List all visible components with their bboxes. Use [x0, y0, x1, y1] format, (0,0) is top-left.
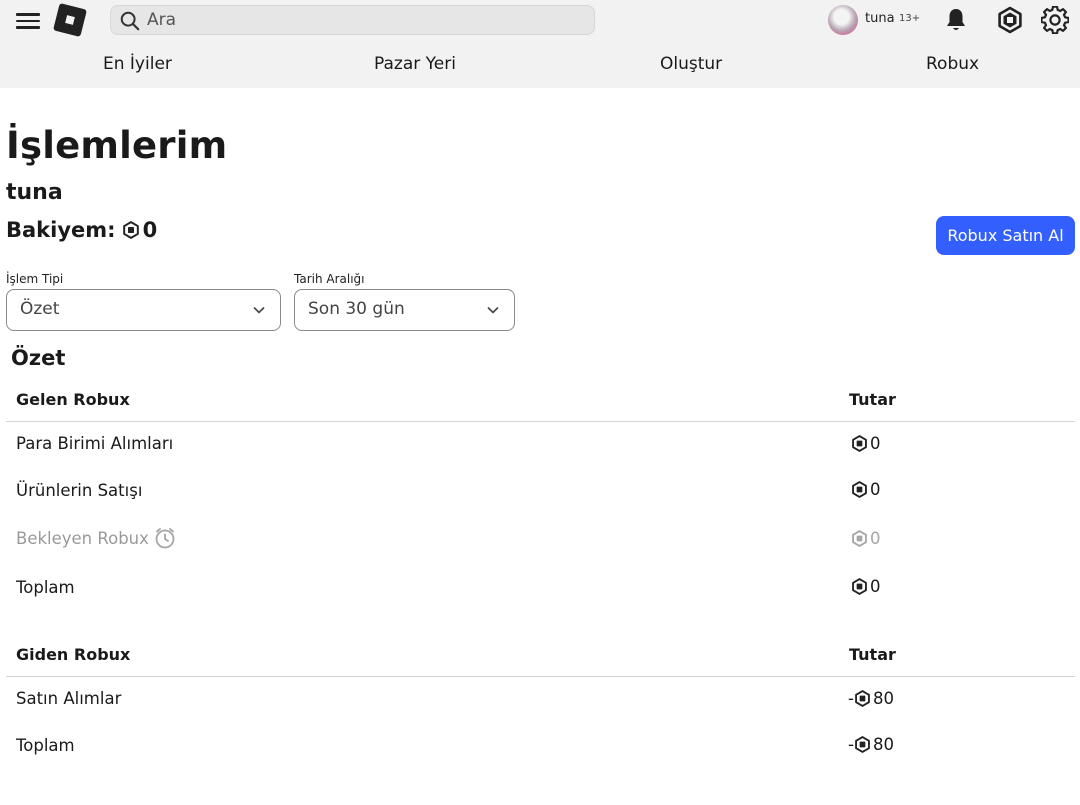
outgoing-header: Giden Robux	[16, 645, 131, 664]
nav-marketplace[interactable]: Pazar Yeri	[374, 54, 456, 74]
clock-icon[interactable]	[153, 526, 177, 550]
amount-value: 0	[870, 434, 881, 453]
roblox-logo-icon[interactable]	[53, 3, 87, 37]
robux-icon	[854, 736, 871, 753]
row-amount: - 80	[848, 735, 894, 754]
amount-value: 80	[872, 735, 894, 754]
robux-icon	[851, 435, 868, 452]
nav-create[interactable]: Oluştur	[660, 54, 722, 74]
page-title: İşlemlerim	[6, 124, 228, 167]
outgoing-amount-header: Tutar	[849, 645, 896, 664]
nav-robux[interactable]: Robux	[926, 54, 979, 74]
amount-value: 0	[870, 577, 881, 596]
row-amount: 0	[851, 577, 881, 596]
incoming-amount-header: Tutar	[849, 390, 896, 409]
table-row-purchases: Satın Alımlar	[16, 689, 121, 708]
top-bar: tuna 13+ En İyiler Pazar Yeri Oluştur Ro…	[0, 0, 1080, 88]
summary-title: Özet	[11, 346, 66, 370]
transaction-type-label: İşlem Tipi	[6, 272, 64, 286]
age-badge: 13+	[899, 13, 921, 24]
robux-icon[interactable]	[996, 6, 1024, 34]
row-amount: - 80	[848, 689, 894, 708]
table-divider	[6, 421, 1075, 422]
robux-icon	[851, 578, 868, 595]
transaction-type-select[interactable]: Özet	[6, 289, 281, 331]
table-row-incoming-total: Toplam	[16, 578, 75, 597]
row-label: Toplam	[16, 578, 75, 597]
avatar[interactable]	[828, 5, 858, 35]
incoming-header: Gelen Robux	[16, 390, 130, 409]
robux-icon	[122, 221, 140, 239]
table-row-outgoing-total: Toplam	[16, 736, 75, 755]
row-amount: 0	[851, 529, 881, 548]
date-range-value: Son 30 gün	[308, 299, 405, 319]
row-amount: 0	[851, 480, 881, 499]
search-box[interactable]	[110, 5, 595, 35]
menu-icon[interactable]	[16, 10, 40, 30]
row-label: Para Birimi Alımları	[16, 434, 174, 453]
robux-icon	[851, 481, 868, 498]
amount-value: 0	[870, 480, 881, 499]
table-row-pending-robux: Bekleyen Robux	[16, 526, 177, 550]
robux-icon	[851, 530, 868, 547]
search-icon	[120, 11, 140, 31]
amount-value: 80	[872, 689, 894, 708]
buy-robux-button[interactable]: Robux Satın Al	[936, 216, 1075, 255]
balance-value: 0	[142, 218, 158, 242]
search-input[interactable]	[147, 8, 587, 32]
row-label: Satın Alımlar	[16, 689, 122, 708]
amount-value: 0	[870, 529, 881, 548]
balance-label: Bakiyem:	[6, 218, 116, 242]
date-range-label: Tarih Aralığı	[294, 272, 365, 286]
nav-charts[interactable]: En İyiler	[103, 54, 172, 74]
transaction-type-value: Özet	[20, 299, 60, 319]
gear-icon[interactable]	[1041, 6, 1069, 34]
row-amount: 0	[851, 434, 881, 453]
row-label: Toplam	[16, 736, 75, 755]
chevron-down-icon	[487, 306, 499, 314]
chevron-down-icon	[253, 306, 265, 314]
table-row-currency-purchases: Para Birimi Alımları	[16, 434, 173, 453]
date-range-select[interactable]: Son 30 gün	[294, 289, 515, 331]
profile-username: tuna	[6, 180, 63, 205]
table-divider	[6, 676, 1075, 677]
row-label: Ürünlerin Satışı	[16, 481, 143, 500]
balance: Bakiyem: 0	[6, 218, 157, 242]
row-label: Bekleyen Robux	[16, 528, 149, 548]
bell-icon[interactable]	[944, 7, 968, 33]
table-row-item-sales: Ürünlerin Satışı	[16, 481, 142, 500]
robux-icon	[854, 690, 871, 707]
header-username[interactable]: tuna	[865, 11, 895, 26]
